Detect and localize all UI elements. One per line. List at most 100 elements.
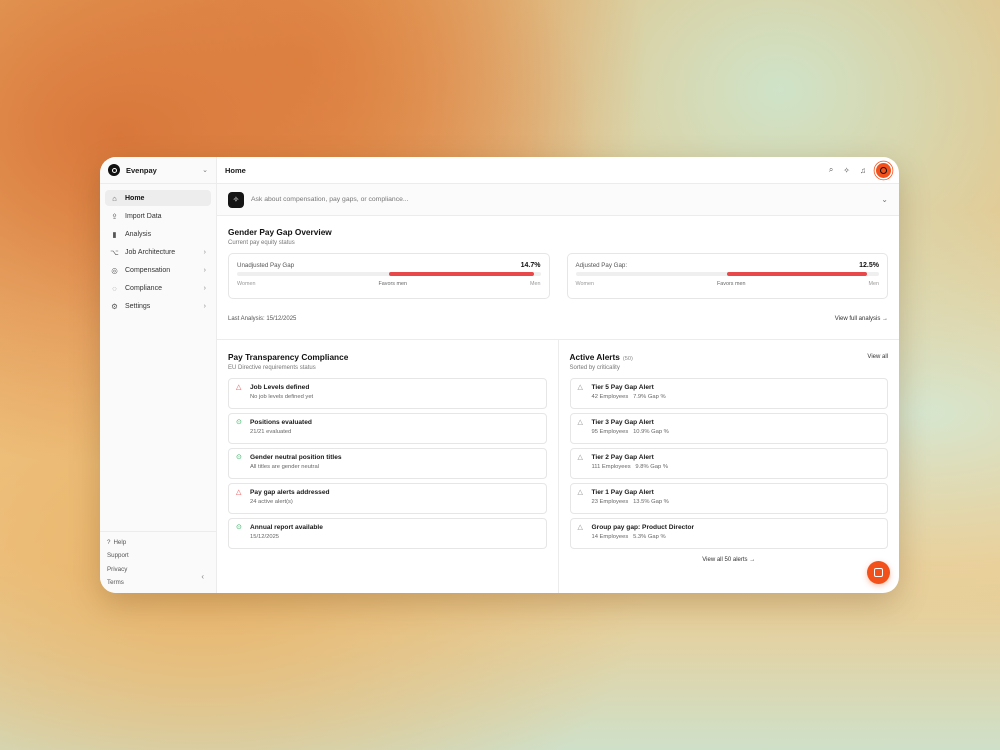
alert-item-title: Tier 3 Pay Gap Alert	[591, 419, 654, 426]
gap-bar-scale: Women Favors men Men	[576, 281, 880, 287]
sidebar-item-job-architecture[interactable]: ⌥ Job Architecture ›	[105, 244, 211, 260]
alerts-panel: Active Alerts (50) View all Sorted by cri…	[557, 340, 900, 593]
gap-bar-fill	[388, 272, 535, 276]
compliance-panel: Pay Transparency Compliance EU Directive…	[217, 340, 558, 593]
alert-item-details: 95 Employees 10.9% Gap %	[591, 429, 669, 435]
compliance-item-status: 15/12/2025	[250, 534, 280, 540]
gap-value: 12.5%	[859, 262, 879, 269]
compliance-item[interactable]: ⊙ Gender neutral position titles All title…	[228, 448, 547, 479]
compliance-item[interactable]: △ Pay gap alerts addressed 24 active alert…	[228, 483, 547, 514]
alert-item[interactable]: △ Tier 1 Pay Gap Alert 23 Employees 13.5% …	[569, 483, 888, 514]
alert-item[interactable]: △ Tier 3 Pay Gap Alert 95 Employees 10.9% …	[569, 413, 888, 444]
ask-input[interactable]: Ask about compensation, pay gaps, or com…	[251, 196, 874, 203]
compliance-item-body: Annual report available 15/12/2025	[250, 524, 323, 543]
gear-icon: ⚙	[111, 301, 118, 311]
support-link[interactable]: Support	[107, 552, 209, 561]
avatar[interactable]	[876, 162, 891, 178]
sidebar-item-label: Import Data	[125, 212, 162, 220]
ask-assistant-bar[interactable]: ✧ Ask about compensation, pay gaps, or c…	[217, 184, 899, 216]
compliance-item-body: Job Levels defined No job levels defined …	[250, 384, 313, 403]
check-circle-icon: ◌	[112, 283, 117, 293]
scale-men-label: Men	[529, 280, 541, 287]
alert-item[interactable]: △ Group pay gap: Product Director 14 Emplo…	[569, 518, 888, 549]
alert-item-body: Tier 2 Pay Gap Alert 111 Employees 9.8% G…	[592, 454, 668, 473]
unadjusted-gap-card: Unadjusted Pay Gap 14.7% Women Favors men Me…	[228, 253, 550, 299]
gap-label: Adjusted Pay Gap:	[575, 262, 628, 269]
alert-item-details: 23 Employees 13.5% Gap %	[591, 499, 669, 505]
alert-item[interactable]: △ Tier 2 Pay Gap Alert 111 Employees 9.8% …	[569, 448, 888, 479]
sidebar-item-home[interactable]: ⌂ Home	[105, 190, 211, 206]
alert-item-title: Group pay gap: Product Director	[591, 524, 695, 531]
warning-icon: △	[236, 489, 242, 496]
sidebar-item-label: Analysis	[125, 230, 152, 238]
page-title: Home	[225, 165, 246, 175]
sidebar-item-settings[interactable]: ⚙ Settings ›	[105, 298, 211, 314]
compliance-item-status: No job levels defined yet	[250, 394, 314, 400]
gap-bar-fill	[727, 272, 867, 276]
view-full-analysis-link[interactable]: View full analysis →	[835, 316, 888, 322]
terms-link[interactable]: Terms	[107, 579, 209, 588]
check-circle-icon: ⊙	[236, 524, 242, 531]
sidebar-item-analysis[interactable]: ▮ Analysis	[105, 226, 211, 242]
compliance-item-status: 24 active alert(s)	[250, 499, 293, 505]
warning-icon: △	[577, 419, 583, 426]
collapse-sidebar-icon[interactable]: ‹	[201, 572, 204, 581]
gap-card-header: Adjusted Pay Gap: 12.5%	[576, 262, 880, 269]
alert-item-body: Group pay gap: Product Director 14 Employ…	[592, 524, 695, 543]
help-link[interactable]: ? Help	[107, 538, 209, 547]
view-all-50-alerts-link[interactable]: View all 50 alerts →	[570, 557, 889, 563]
warning-icon: △	[577, 489, 583, 496]
compliance-item[interactable]: ⊙ Positions evaluated 21/21 evaluated	[228, 413, 547, 444]
compliance-item[interactable]: ⊙ Annual report available 15/12/2025	[228, 518, 547, 549]
upload-icon: ⇪	[111, 211, 118, 221]
overview-subtitle: Current pay equity status	[228, 240, 295, 246]
chat-fab-button[interactable]	[867, 561, 890, 584]
scale-favors-label: Favors men	[717, 280, 746, 287]
compliance-item-body: Positions evaluated 21/21 evaluated	[250, 419, 312, 438]
warning-icon: △	[577, 384, 583, 391]
chevron-down-icon: ⌄	[202, 167, 208, 174]
sparkle-icon[interactable]: ✧	[843, 166, 850, 175]
alert-item-body: Tier 1 Pay Gap Alert 23 Employees 13.5% G…	[592, 489, 669, 508]
assistant-icon: ✧	[228, 191, 244, 208]
scale-women-label: Women	[237, 280, 256, 287]
sidebar-item-label: Job Architecture	[125, 248, 176, 256]
search-icon[interactable]: ⌕	[829, 165, 833, 175]
bell-icon[interactable]: ♫	[860, 166, 866, 175]
sidebar: Evenpay ⌄ ⌂ Home ⇪ Import Data ▮ Analysis ⌥ Job…	[100, 157, 217, 593]
alert-item[interactable]: △ Tier 5 Pay Gap Alert 42 Employees 7.9% G…	[569, 378, 888, 409]
alert-item-details: 14 Employees 5.3% Gap %	[591, 534, 666, 540]
chevron-down-icon[interactable]: ⌄	[881, 195, 888, 204]
view-all-alerts-button[interactable]: View all	[867, 354, 888, 360]
privacy-link[interactable]: Privacy	[107, 565, 209, 574]
chevron-right-icon: ›	[203, 266, 206, 274]
sidebar-item-compensation[interactable]: ◎ Compensation ›	[105, 262, 211, 278]
alerts-title-text: Active Alerts	[569, 352, 620, 362]
sidebar-item-label: Compliance	[125, 284, 162, 292]
gap-label: Unadjusted Pay Gap	[237, 262, 295, 269]
chevron-right-icon: ›	[203, 248, 206, 256]
alerts-count: (50)	[622, 356, 633, 362]
compliance-item[interactable]: △ Job Levels defined No job levels defined…	[228, 378, 547, 409]
home-icon: ⌂	[112, 193, 117, 203]
top-bar: Home ⌕ ✧ ♫	[217, 157, 899, 184]
scale-men-label: Men	[868, 280, 879, 287]
compliance-item-body: Gender neutral position titles All titles…	[250, 454, 342, 473]
gap-bar-scale: Women Favors men Men	[237, 281, 541, 287]
compliance-item-status: 21/21 evaluated	[250, 429, 292, 435]
sidebar-item-label: Settings	[125, 302, 151, 310]
workspace-switcher[interactable]: Evenpay ⌄	[100, 157, 216, 184]
gap-card-header: Unadjusted Pay Gap 14.7%	[237, 262, 541, 269]
compliance-title: Pay Transparency Compliance	[228, 352, 349, 362]
sidebar-item-label: Compensation	[125, 266, 171, 274]
alerts-subtitle: Sorted by criticality	[569, 365, 620, 371]
warning-icon: △	[236, 384, 242, 391]
adjusted-gap-card: Adjusted Pay Gap: 12.5% Women Favors men Men	[566, 253, 888, 299]
alerts-title: Active Alerts (50)	[570, 352, 633, 362]
brand-logo-icon	[108, 164, 120, 176]
sidebar-item-compliance[interactable]: ◌ Compliance ›	[105, 280, 211, 296]
overview-title: Gender Pay Gap Overview	[228, 227, 332, 237]
main-content: Home ⌕ ✧ ♫ ✧ Ask about compensation, pay…	[217, 157, 899, 593]
sidebar-item-import-data[interactable]: ⇪ Import Data	[105, 208, 211, 224]
compliance-item-body: Pay gap alerts addressed 24 active alert(…	[250, 489, 330, 508]
